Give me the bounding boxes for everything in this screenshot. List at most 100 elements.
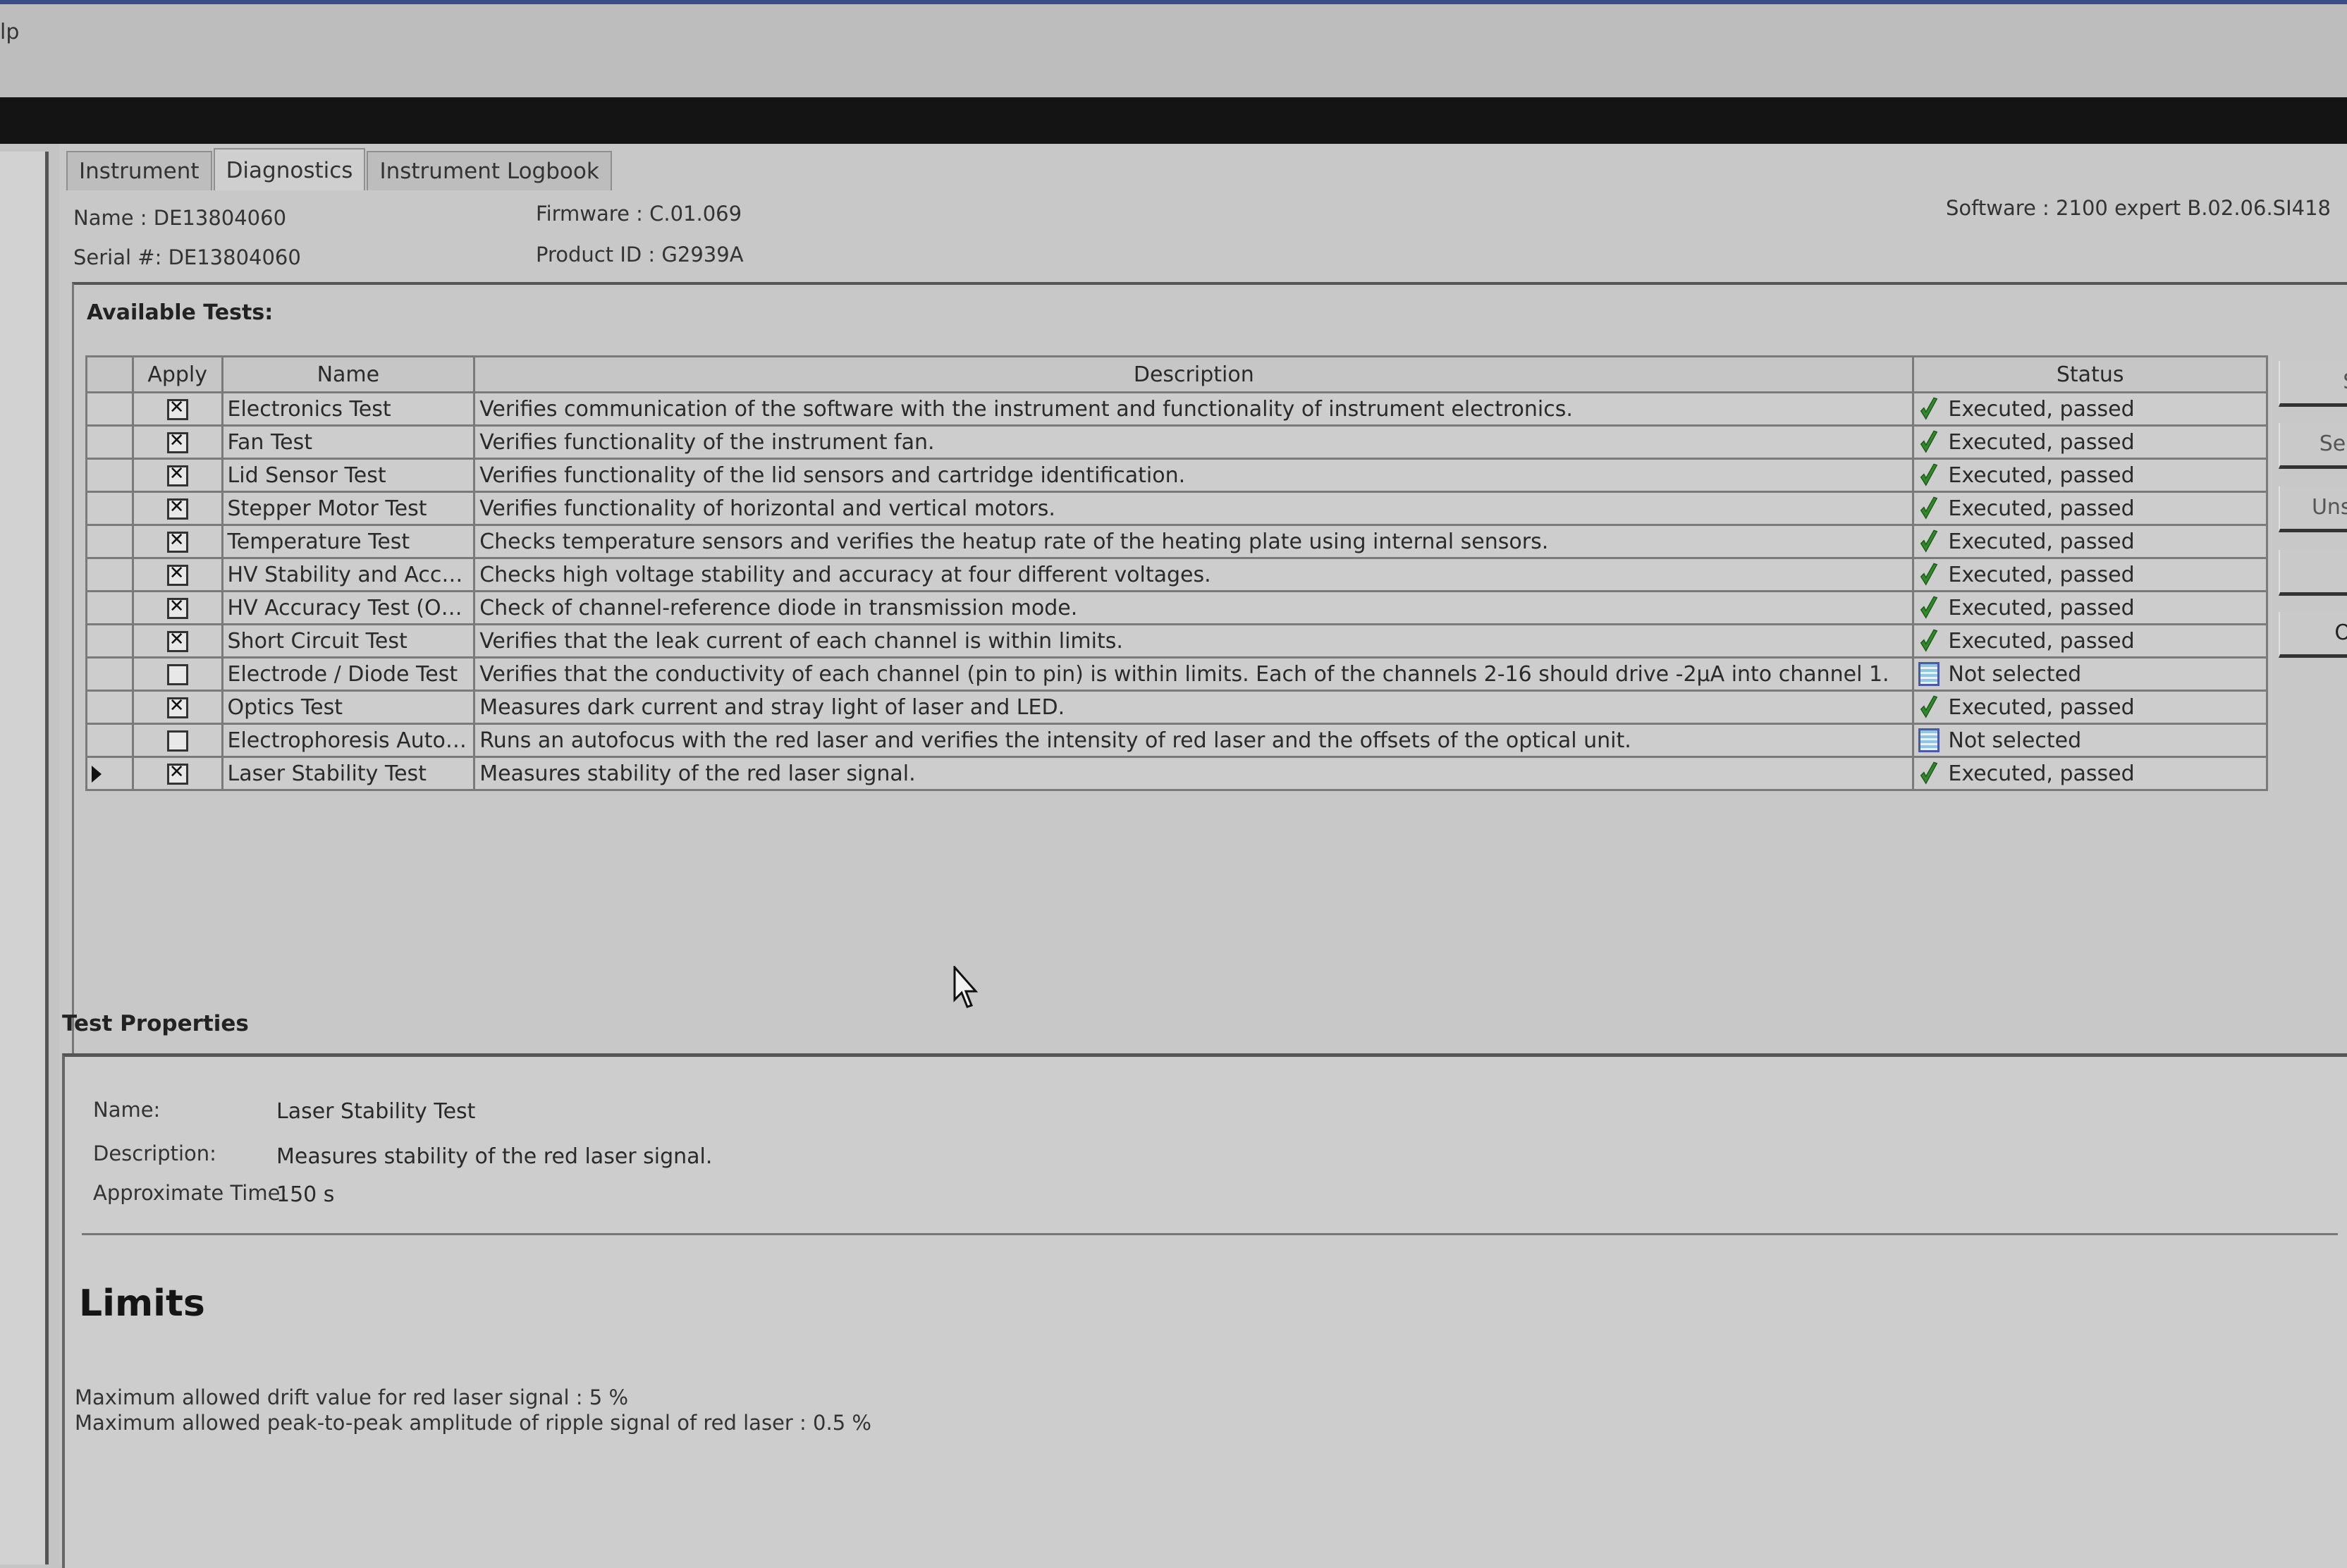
apply-cell — [131, 424, 223, 460]
apply-checkbox[interactable] — [166, 430, 188, 453]
row-selector[interactable] — [85, 458, 134, 493]
table-row[interactable]: Lid Sensor TestVerifies functionality of… — [85, 458, 2268, 493]
status-wrapper: Not selected — [1918, 662, 2262, 687]
test-description: Verifies functionality of horizontal and… — [473, 491, 1915, 526]
status-text: Executed, passed — [1948, 595, 2135, 620]
status-text: Executed, passed — [1948, 429, 2135, 455]
apply-checkbox[interactable] — [166, 529, 188, 553]
apply-checkbox[interactable] — [166, 596, 188, 619]
row-selector[interactable] — [85, 557, 134, 592]
status-text: Executed, passed — [1948, 496, 2135, 521]
test-name: Temperature Test — [221, 524, 476, 559]
status-text: Executed, passed — [1948, 628, 2135, 654]
property-name-value: Laser Stability Test — [276, 1099, 476, 1124]
tab-bar: Instrument Diagnostics Instrument Logboo… — [66, 148, 613, 193]
row-selector[interactable] — [85, 623, 134, 659]
status-text: Executed, passed — [1948, 562, 2135, 587]
row-selector[interactable] — [85, 391, 134, 427]
tests-table: Apply Name Description Status Electronic… — [85, 355, 2268, 791]
firmware-version: Firmware : C.01.069 — [536, 202, 742, 226]
test-status-cell: Executed, passed — [1912, 458, 2268, 493]
available-tests-panel: Available Tests: Apply Name Description … — [72, 282, 2347, 1124]
tests-table-body: Electronics TestVerifies communication o… — [85, 391, 2268, 791]
row-selector[interactable] — [85, 756, 134, 791]
row-selector[interactable] — [85, 690, 134, 725]
table-row[interactable]: HV Stability and Accurac...Checks high v… — [85, 557, 2268, 592]
row-selector[interactable] — [85, 524, 134, 559]
table-row[interactable]: Fan TestVerifies functionality of the in… — [85, 424, 2268, 460]
apply-checkbox[interactable] — [166, 695, 188, 718]
test-description: Checks high voltage stability and accura… — [473, 557, 1915, 592]
left-panel — [0, 152, 49, 1564]
check-icon — [1920, 761, 1938, 785]
apply-checkbox[interactable] — [166, 664, 188, 685]
apply-cell — [131, 623, 223, 659]
test-name: HV Accuracy Test (On-L... — [221, 590, 476, 625]
row-selector[interactable] — [85, 424, 134, 460]
check-icon — [1920, 563, 1938, 586]
row-selector[interactable] — [85, 491, 134, 526]
table-row[interactable]: Electrode / Diode Test Verifies that the … — [85, 656, 2268, 692]
apply-checkbox[interactable] — [166, 730, 188, 752]
apply-cell — [131, 690, 223, 725]
table-row[interactable]: Optics TestMeasures dark current and str… — [85, 690, 2268, 725]
tab-diagnostics[interactable]: Diagnostics — [213, 148, 366, 190]
test-description: Verifies functionality of the instrument… — [473, 424, 1915, 460]
test-name: Electrode / Diode Test — [221, 656, 476, 692]
test-name: Electrophoresis Autofoc... — [221, 723, 476, 758]
status-text: Executed, passed — [1948, 529, 2135, 554]
apply-checkbox[interactable] — [166, 563, 188, 586]
property-time-value: 150 s — [276, 1182, 335, 1207]
test-name: Lid Sensor Test — [221, 458, 476, 493]
current-row-arrow-icon — [92, 766, 102, 783]
table-row[interactable]: Laser Stability TestMeasures stability o… — [85, 756, 2268, 791]
table-row[interactable]: Electrophoresis Autofoc... Runs an autofo… — [85, 723, 2268, 758]
column-header-name[interactable]: Name — [221, 355, 476, 393]
new-button[interactable]: N — [2279, 550, 2347, 596]
table-row[interactable]: Electronics TestVerifies communication o… — [85, 391, 2268, 427]
row-selector[interactable] — [85, 723, 134, 758]
status-wrapper: Executed, passed — [1918, 496, 2262, 521]
test-name: Optics Test — [221, 690, 476, 725]
apply-cell — [131, 756, 223, 791]
menu-help[interactable]: lp — [0, 20, 19, 44]
unselect-all-button[interactable]: Unse — [2279, 486, 2347, 532]
apply-checkbox[interactable] — [166, 496, 188, 520]
test-description: Verifies communication of the software w… — [473, 391, 1915, 427]
tab-instrument-logbook[interactable]: Instrument Logbook — [367, 151, 612, 190]
status-text: Not selected — [1948, 728, 2082, 753]
test-name: Electronics Test — [221, 391, 476, 427]
row-selector[interactable] — [85, 590, 134, 625]
column-header-status[interactable]: Status — [1912, 355, 2268, 393]
row-selector[interactable] — [85, 656, 134, 692]
apply-checkbox[interactable] — [166, 629, 188, 652]
table-row[interactable]: HV Accuracy Test (On-L...Check of channe… — [85, 590, 2268, 625]
column-header-description[interactable]: Description — [473, 355, 1915, 393]
apply-cell — [131, 557, 223, 592]
table-row[interactable]: Stepper Motor TestVerifies functionality… — [85, 491, 2268, 526]
status-wrapper: Executed, passed — [1918, 695, 2262, 720]
product-id: Product ID : G2939A — [536, 243, 744, 267]
tab-instrument[interactable]: Instrument — [66, 151, 212, 190]
table-row[interactable]: Short Circuit TestVerifies that the leak… — [85, 623, 2268, 659]
apply-checkbox[interactable] — [166, 397, 188, 420]
test-status-cell: Executed, passed — [1912, 756, 2268, 791]
apply-checkbox[interactable] — [166, 761, 188, 785]
start-button[interactable]: St — [2279, 361, 2347, 407]
status-text: Executed, passed — [1948, 761, 2135, 786]
status-wrapper: Executed, passed — [1918, 463, 2262, 488]
status-wrapper: Executed, passed — [1918, 629, 2262, 654]
check-icon — [1920, 596, 1938, 619]
mouse-cursor-icon — [953, 966, 979, 1008]
table-row[interactable]: Temperature TestChecks temperature senso… — [85, 524, 2268, 559]
status-wrapper: Executed, passed — [1918, 596, 2262, 620]
check-icon — [1920, 529, 1938, 553]
test-name: Fan Test — [221, 424, 476, 460]
instrument-name: Name : DE13804060 — [73, 206, 287, 230]
toolbar-band — [0, 97, 2347, 144]
open-button[interactable]: Op — [2279, 612, 2347, 658]
apply-checkbox[interactable] — [166, 463, 188, 486]
column-header-apply[interactable]: Apply — [131, 355, 223, 393]
select-all-button[interactable]: Sele — [2279, 423, 2347, 469]
limit-ripple: Maximum allowed peak-to-peak amplitude o… — [75, 1411, 871, 1435]
